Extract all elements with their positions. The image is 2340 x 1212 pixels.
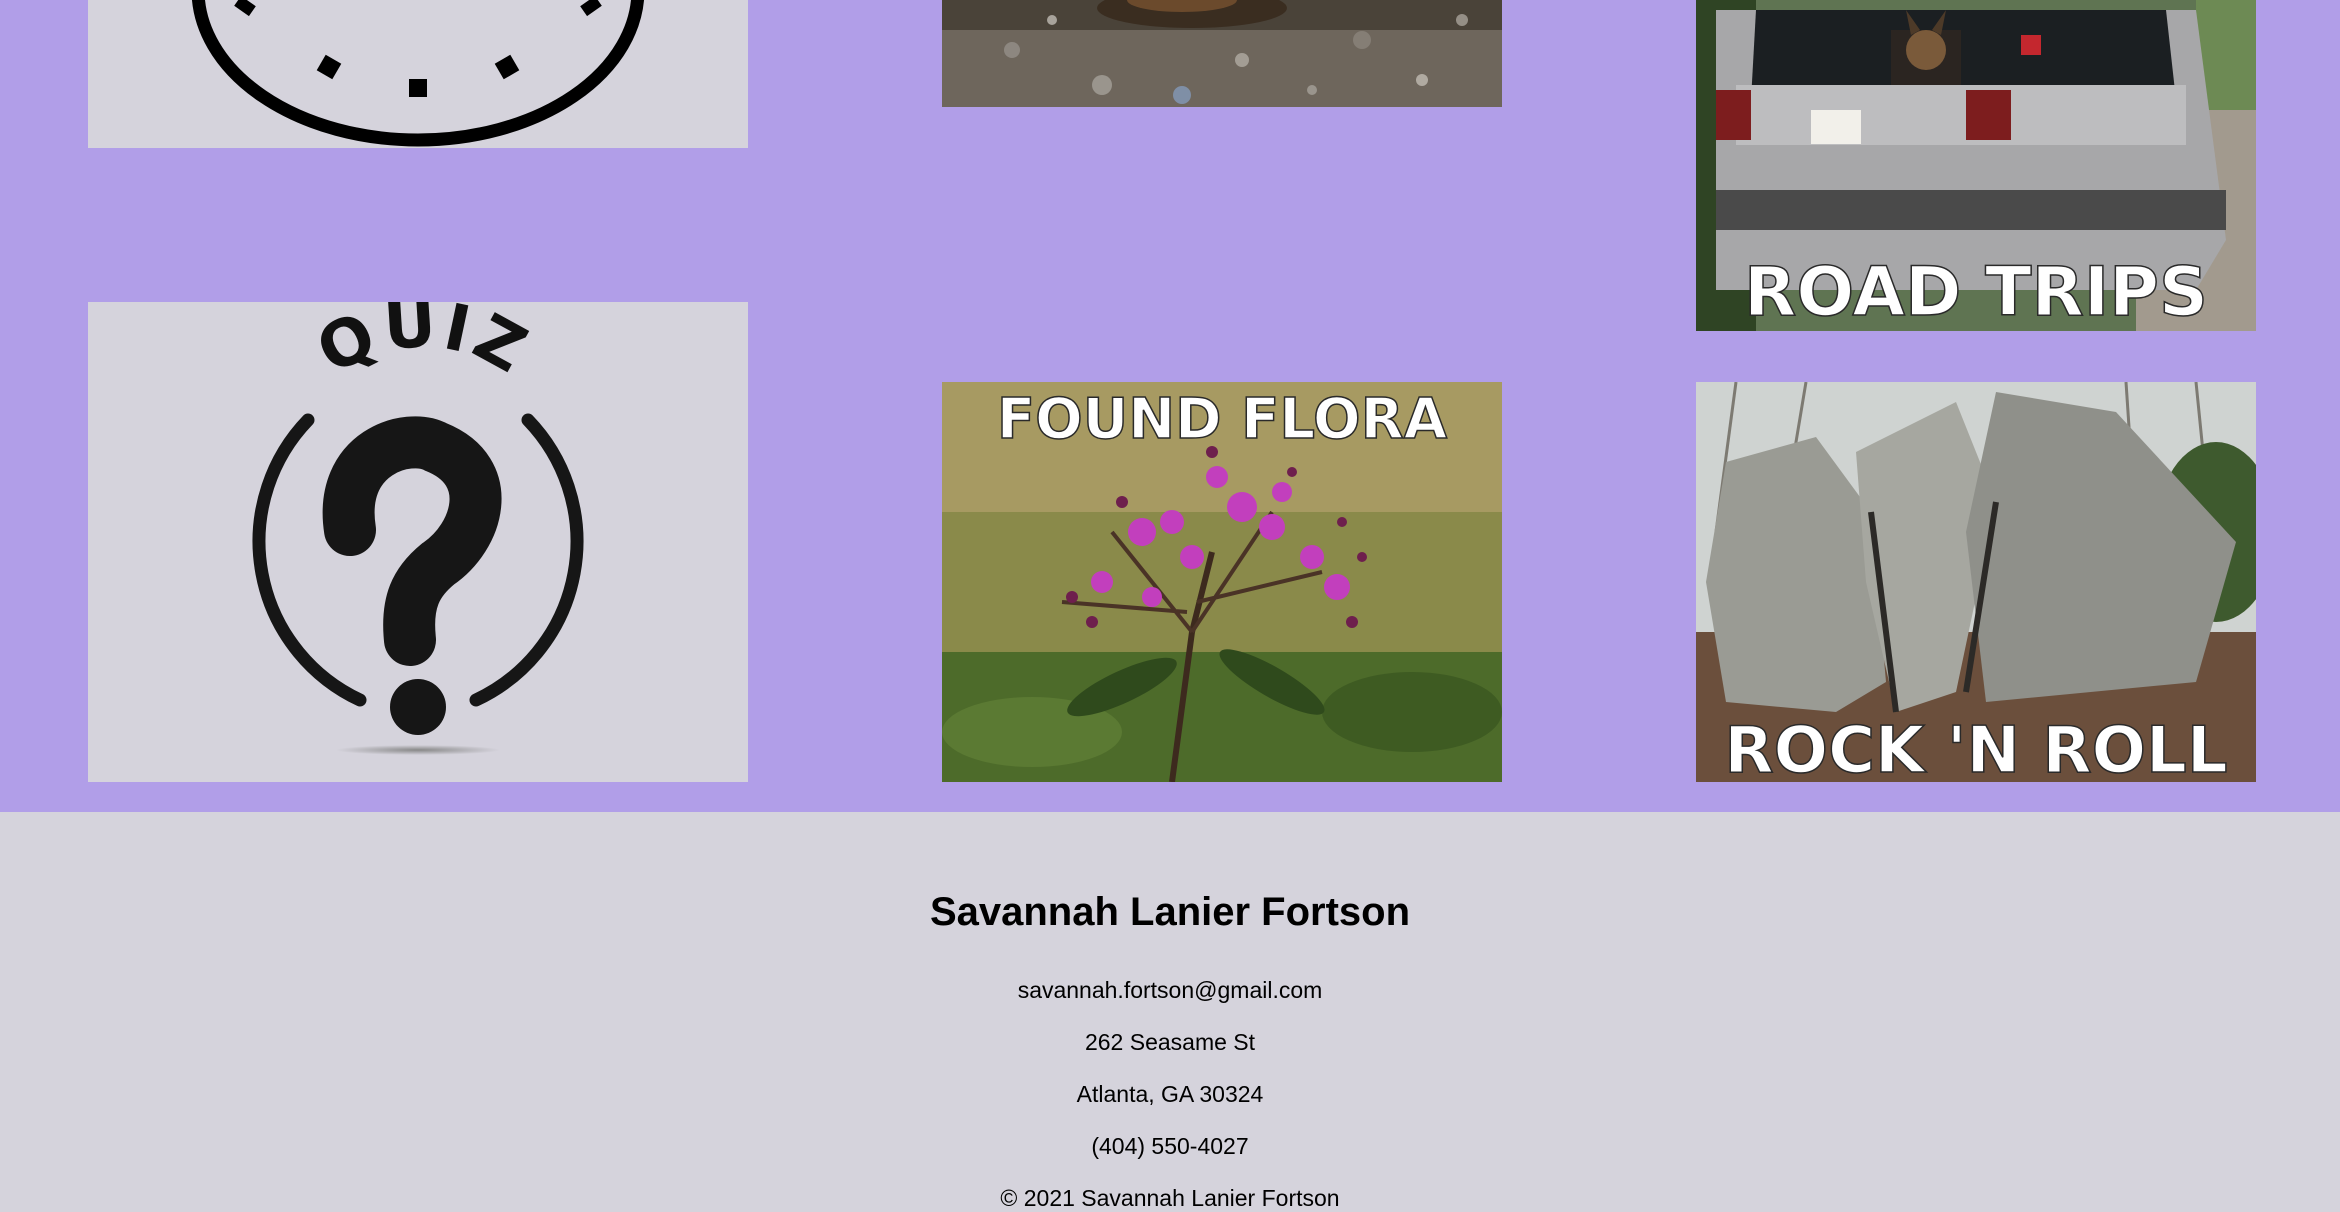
rock-n-roll-label: ROCK 'N ROLL — [1724, 714, 2227, 782]
flora-photo: FOUND FLORA — [942, 382, 1502, 782]
footer-phone: (404) 550-4027 — [0, 1133, 2340, 1160]
quiz-question-icon: QUIZ — [252, 302, 584, 755]
phone-link[interactable]: (404) 550-4027 — [1091, 1133, 1248, 1159]
quiz-tile[interactable]: QUIZ — [88, 302, 748, 782]
project-gallery: QUIZ FOUND FLORA ROAD TRIPS ROCK 'N ROLL — [0, 0, 2340, 812]
footer-copyright: © 2021 Savannah Lanier Fortson — [1000, 1185, 1340, 1211]
clock-tile[interactable] — [88, 0, 748, 148]
footer-name: Savannah Lanier Fortson — [929, 890, 1411, 934]
trail-photo — [942, 0, 1502, 107]
footer-street: 262 Seasame St — [1084, 1029, 1256, 1055]
quiz-title: QUIZ — [306, 302, 537, 390]
email-link[interactable]: savannah.fortson@gmail.com — [1018, 977, 1323, 1003]
road-trips-tile[interactable]: ROAD TRIPS — [1696, 0, 2256, 331]
rock-photo: ROCK 'N ROLL — [1696, 382, 2256, 782]
svg-text:QUIZ: QUIZ — [306, 302, 541, 390]
road-trips-label: ROAD TRIPS — [1744, 253, 2208, 331]
road-trips-photo: ROAD TRIPS — [1696, 0, 2256, 331]
footer-email: savannah.fortson@gmail.com — [0, 977, 2340, 1004]
site-footer: Savannah Lanier Fortson savannah.fortson… — [0, 812, 2340, 1212]
clock-icon — [191, 0, 645, 147]
rock-n-roll-tile[interactable]: ROCK 'N ROLL — [1696, 382, 2256, 782]
found-flora-label: FOUND FLORA — [997, 387, 1448, 452]
found-flora-tile[interactable]: FOUND FLORA — [942, 382, 1502, 782]
trail-photo-tile[interactable] — [942, 0, 1502, 107]
footer-city: Atlanta, GA 30324 — [1076, 1081, 1264, 1107]
